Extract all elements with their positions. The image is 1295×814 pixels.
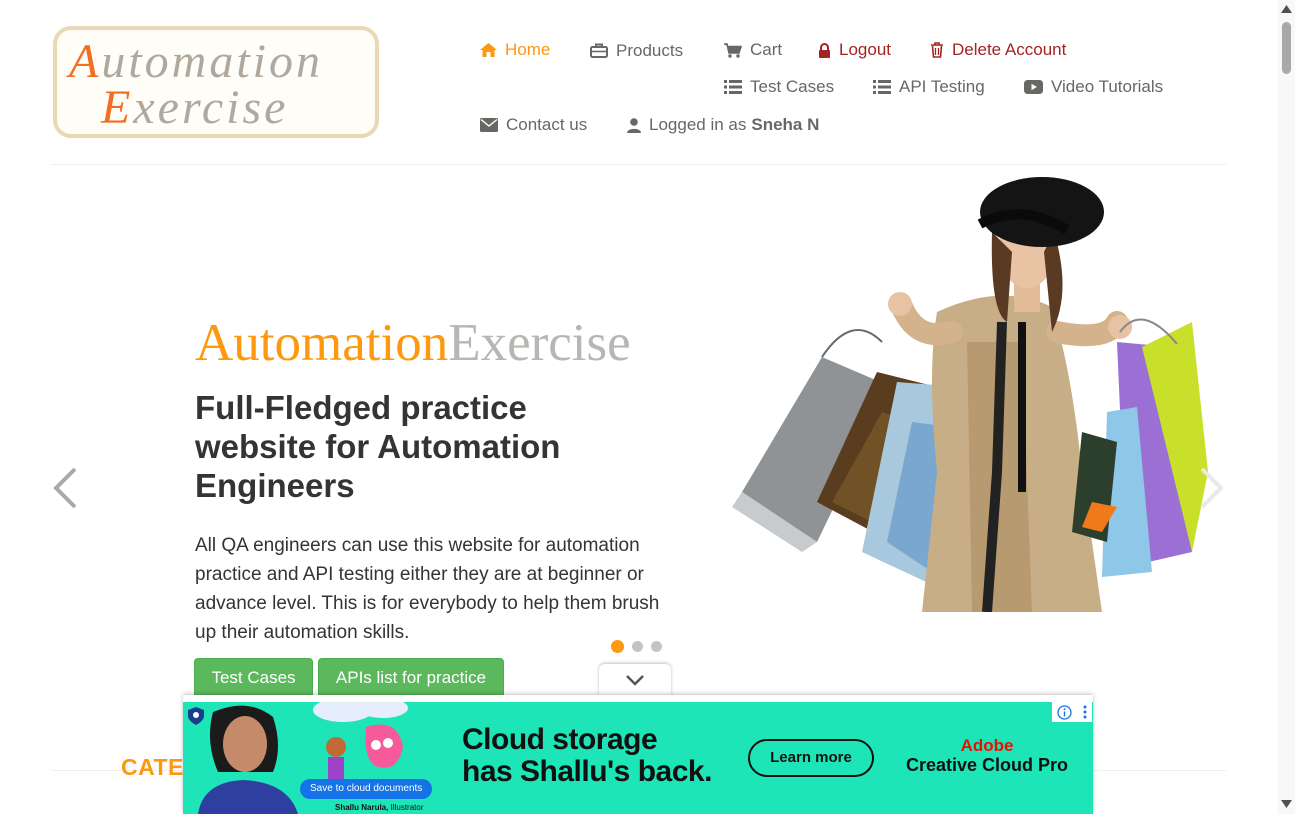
nav-cart-label: Cart [750,40,783,59]
slider-prev-button[interactable] [52,466,78,515]
ad-headline: Cloud storage has Shallu's back. [462,723,712,788]
nav-products[interactable]: Products [590,41,683,61]
nav-logout-label: Logout [839,40,891,59]
nav-logout[interactable]: Logout [818,40,891,60]
slider-dot-2[interactable] [632,641,643,652]
nav-contact-us-label: Contact us [506,115,588,134]
user-icon [627,117,641,133]
envelope-icon [480,118,498,132]
scroll-down-icon[interactable] [1281,800,1292,808]
ad-banner: Save to cloud documents Shallu Narula, I… [183,695,1093,814]
ad-learn-more-button[interactable]: Learn more [748,739,874,777]
nav-home-label: Home [505,40,551,59]
briefcase-icon [590,43,608,58]
hero-image [732,177,1208,612]
more-options-icon [1083,705,1087,719]
nav-products-label: Products [616,41,684,60]
scroll-up-icon[interactable] [1281,5,1292,13]
nav-delete-account[interactable]: Delete Account [930,40,1066,60]
nav-contact-us[interactable]: Contact us [480,115,587,135]
logo-line-2: Exercise [101,81,289,134]
lock-icon [819,42,830,58]
ad-choices[interactable] [1052,702,1092,722]
header-divider [51,164,1227,165]
home-icon [480,43,497,57]
ad-credit: Shallu Narula, Illustrator [335,803,424,812]
chevron-down-icon [626,675,644,686]
apis-list-button[interactable]: APIs list for practice [318,658,504,698]
ad-collapse-button[interactable] [599,664,671,696]
logged-in-status: Logged in as Sneha N [627,115,819,135]
chevron-right-icon [1200,467,1224,509]
page-scrollbar[interactable] [1278,0,1295,814]
ad-creative[interactable]: Save to cloud documents Shallu Narula, I… [183,702,1093,814]
nav-api-testing[interactable]: API Testing [873,77,985,97]
trash-icon [931,42,943,58]
ad-save-pill: Save to cloud documents [300,779,433,799]
ad-brand: Adobe Creative Cloud Pro [906,736,1069,776]
slider-heading: Full-Fledged practice website for Automa… [195,389,561,504]
site-logo[interactable]: Automation Exercise [53,26,379,138]
nav-test-cases[interactable]: Test Cases [724,77,834,97]
slider-dot-1[interactable] [611,640,624,653]
cart-icon [724,42,742,58]
ad-characters-image [326,724,403,779]
list-icon [873,80,891,94]
list-icon [724,80,742,94]
nav-api-testing-label: API Testing [899,77,985,96]
nav-test-cases-label: Test Cases [750,77,835,96]
chevron-left-icon [53,467,77,509]
nav-delete-account-label: Delete Account [952,40,1067,59]
ad-person-image [198,705,298,814]
nav-home[interactable]: Home [480,40,550,60]
test-cases-button[interactable]: Test Cases [194,658,313,698]
nav-video-tutorials-label: Video Tutorials [1051,77,1164,96]
logged-in-prefix: Logged in as [649,115,747,134]
logged-in-username: Sneha N [751,115,820,134]
slider-next-button[interactable] [1199,466,1225,515]
slider-description: All QA engineers can use this website fo… [195,535,660,643]
slider-indicators [611,640,662,653]
slider-dot-3[interactable] [651,641,662,652]
scrollbar-thumb[interactable] [1282,22,1291,74]
nav-video-tutorials[interactable]: Video Tutorials [1024,77,1163,97]
nav-cart[interactable]: Cart [724,40,782,60]
youtube-icon [1024,80,1043,94]
slider-brand-title: AutomationExercise [195,314,631,372]
info-icon [1057,704,1072,720]
